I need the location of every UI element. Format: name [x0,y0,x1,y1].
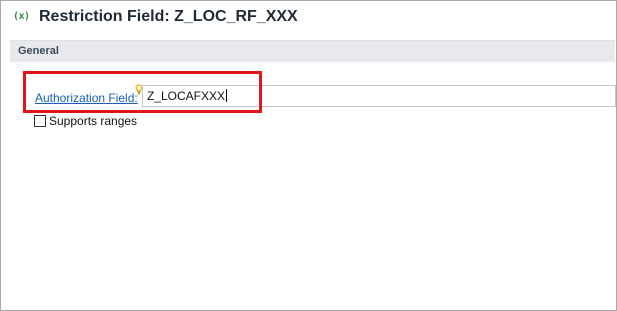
editor-header: (x) Restriction Field: Z_LOC_RF_XXX [1,1,616,37]
authorization-field-value: Z_LOCAFXXX [147,89,226,103]
authorization-field-input[interactable]: Z_LOCAFXXX [142,85,616,107]
section-general-header[interactable]: General [10,40,615,62]
editor-frame: (x) Restriction Field: Z_LOC_RF_XXX Gene… [0,0,617,311]
page-title: Restriction Field: Z_LOC_RF_XXX [39,8,298,25]
section-title: General [18,45,59,57]
authorization-field-link[interactable]: Authorization Field: [35,91,138,105]
supports-ranges-checkbox[interactable] [34,115,46,127]
supports-ranges-label[interactable]: Supports ranges [49,114,137,128]
variable-icon: (x) [13,11,30,22]
text-caret [226,89,228,102]
